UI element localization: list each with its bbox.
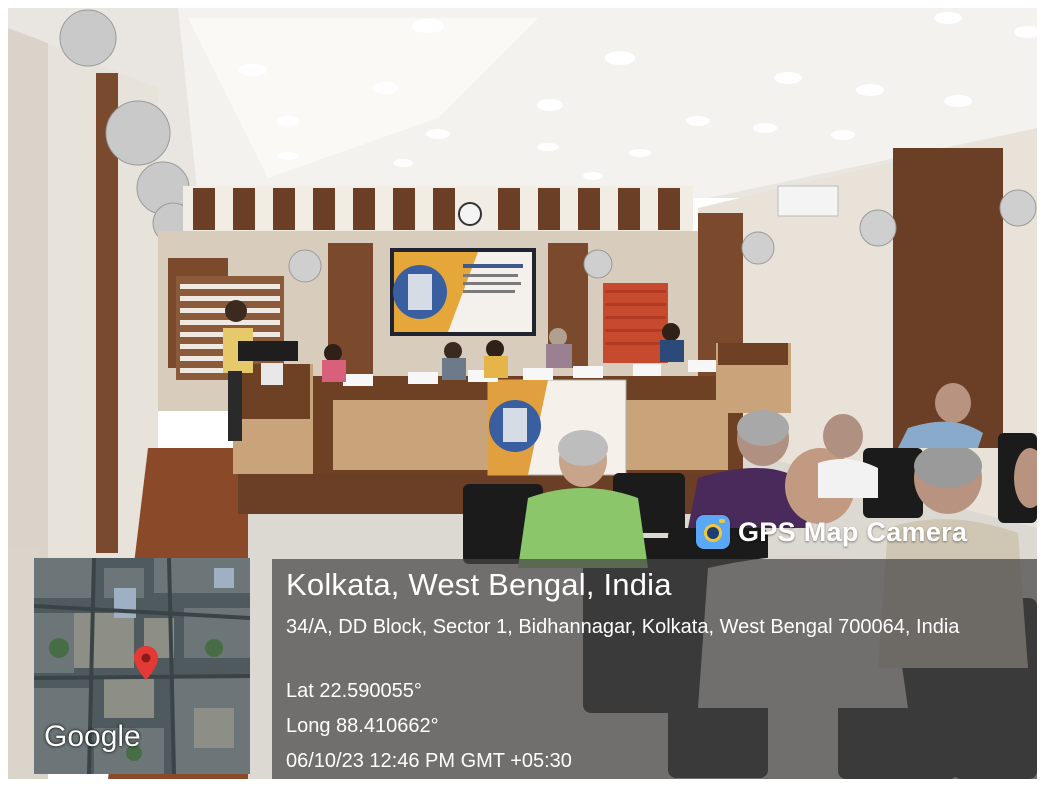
map-pin-icon: [134, 646, 158, 680]
app-watermark: GPS Map Camera: [696, 513, 967, 551]
timestamp-text: 06/10/23 12:46 PM GMT +05:30: [286, 750, 572, 772]
latitude-text: Lat 22.590055°: [286, 680, 422, 702]
app-name: GPS Map Camera: [738, 516, 968, 547]
location-address: 34/A, DD Block, Sector 1, Bidhannagar, K…: [286, 616, 960, 638]
satellite-map-thumbnail: Google: [34, 558, 250, 774]
location-city: Kolkata, West Bengal, India: [286, 567, 672, 602]
camera-icon: [696, 515, 730, 549]
google-logo: Google: [44, 720, 141, 753]
location-info-panel: Kolkata, West Bengal, India 34/A, DD Blo…: [272, 559, 1037, 779]
photo-frame: Kolkata, West Bengal, India 34/A, DD Blo…: [8, 8, 1037, 779]
longitude-text: Long 88.410662°: [286, 715, 439, 737]
